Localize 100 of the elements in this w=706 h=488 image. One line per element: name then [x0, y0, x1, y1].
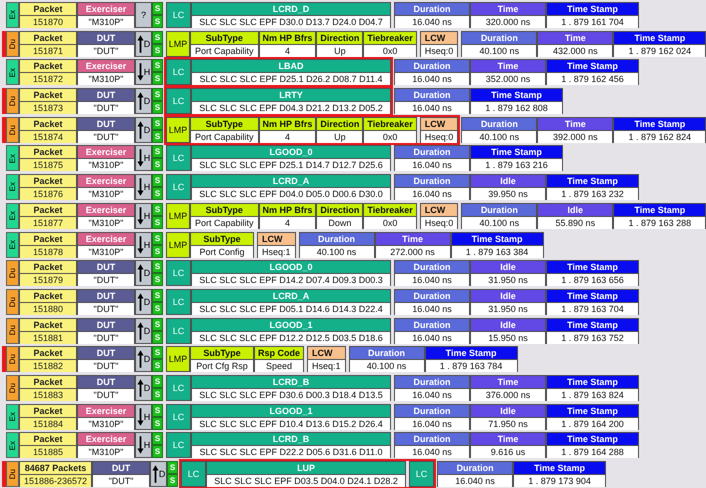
field-value: Down: [317, 216, 362, 229]
metric-label: Time Stamp: [614, 118, 706, 131]
link-letter: H: [144, 153, 150, 164]
packet-label: Packet: [20, 404, 76, 418]
metric-value: 16.040 ns: [395, 73, 469, 86]
link-letter: H: [144, 240, 150, 250]
metric-label: Idle: [471, 175, 545, 188]
field-label: Tiebreaker: [364, 204, 416, 217]
status-cell: S: [152, 116, 163, 130]
status-cell: S: [152, 432, 163, 446]
command-name: LBAD: [192, 60, 390, 74]
metric-value: 16.040 ns: [395, 302, 469, 315]
source-label: Exerciser: [78, 60, 134, 74]
command-name: LGOOD_0: [192, 261, 390, 274]
metric-label: Time: [376, 232, 450, 246]
lcw-label: LCW: [308, 347, 345, 360]
field-value: 4: [260, 216, 316, 229]
metric-value: 40.100 ns: [462, 216, 536, 229]
field-value: Speed: [255, 360, 304, 372]
packet-number: 151881: [20, 332, 76, 344]
status-cell: S: [152, 404, 163, 417]
lcw-label: LCW: [420, 204, 458, 217]
field-value: Port Capability: [191, 216, 258, 229]
source-label: DUT: [78, 290, 134, 303]
packet-label: 84687 Packets: [20, 462, 92, 475]
link-letter: D: [144, 326, 150, 336]
symbol-sequence: SLC SLC SLC EPF D30.6 D00.3 D18.4 D13.5: [192, 388, 390, 401]
metric-value: 71.950 ns: [471, 418, 545, 430]
packet-number: 151870: [20, 16, 76, 28]
status-cell: S: [152, 15, 163, 28]
packet-number: 151875: [20, 159, 76, 172]
metric-label: Duration: [395, 60, 469, 74]
status-cell: S: [152, 318, 163, 331]
field-label: Nm HP Bfrs: [260, 32, 316, 45]
packet-label: Packet: [20, 3, 76, 16]
metric-value: 1 . 879 162 824: [614, 130, 706, 143]
direction-tag: Du: [6, 88, 19, 114]
status-cell: S: [152, 288, 163, 302]
lc-tag: LC: [166, 174, 191, 200]
metric-label: Time: [471, 3, 545, 16]
link-letter: D: [144, 96, 150, 106]
source-label: Exerciser: [78, 404, 134, 418]
field-value: Port Capability: [191, 130, 258, 143]
lc-tag: LC: [166, 404, 191, 430]
direction-tag: Du: [6, 260, 19, 286]
packet-number: 151885: [20, 446, 76, 458]
metric-label: Time Stamp: [514, 462, 606, 475]
source-value: "DUT": [78, 302, 134, 315]
metric-value: 392.000 ns: [538, 130, 612, 143]
status-cell: S: [152, 244, 163, 258]
packet-number: 151886-236572: [20, 475, 92, 487]
packet-label: Packet: [20, 89, 76, 102]
symbol-sequence: SLC SLC SLC EPF D25.1 D26.2 D08.7 D11.4: [192, 73, 390, 86]
link-letter: H: [144, 210, 150, 221]
source-label: DUT: [78, 118, 134, 131]
metric-value: 16.040 ns: [395, 159, 469, 172]
status-cell: S: [152, 359, 163, 372]
field-label: Direction: [317, 118, 362, 131]
status-cell: S: [152, 216, 163, 229]
direction-tag: Ex: [6, 202, 19, 229]
packet-label: Packet: [20, 347, 76, 360]
symbol-sequence: SLC SLC SLC EPF D22.2 D05.6 D31.6 D11.0: [192, 446, 390, 458]
packet-label: Packet: [20, 433, 76, 446]
metric-value: 1 . 879 164 288: [547, 446, 638, 458]
link-letter: D: [144, 296, 150, 307]
metric-value: 16.040 ns: [438, 475, 512, 487]
metric-label: Duration: [395, 404, 469, 418]
status-cell: S: [152, 346, 163, 360]
link-letter: ?: [140, 10, 146, 20]
command-name: LCRD_B: [192, 433, 390, 446]
metric-label: Time: [538, 118, 612, 131]
symbol-sequence: SLC SLC SLC EPF D12.2 D12.5 D03.5 D18.6: [192, 332, 390, 344]
packet-number: 151872: [20, 73, 76, 86]
lmp-tag: LMP: [166, 232, 190, 258]
source-value: "DUT": [78, 332, 134, 344]
source-label: Exerciser: [78, 204, 134, 217]
packet-label: Packet: [20, 204, 76, 217]
status-cell: S: [152, 330, 163, 344]
symbol-sequence: SLC SLC SLC EPF D25.1 D14.7 D12.7 D25.6: [192, 159, 390, 172]
status-cell: S: [152, 416, 163, 430]
direction-tag: Du: [6, 346, 19, 372]
status-cell: S: [152, 30, 163, 44]
lc-tag: LC: [181, 461, 206, 487]
status-cell: S: [152, 101, 163, 114]
metric-value: 320.000 ns: [471, 16, 545, 28]
metric-label: Duration: [395, 318, 469, 332]
packet-number: 151884: [20, 418, 76, 430]
lcw-label: LCW: [420, 32, 458, 45]
lc-tag: LC: [166, 145, 191, 172]
packet-label: Packet: [20, 261, 76, 274]
link-letter: H: [144, 67, 150, 78]
field-value: Up: [317, 44, 362, 57]
direction-tag: Ex: [6, 174, 19, 200]
packet-label: Packet: [20, 118, 76, 131]
metric-value: 432.000 ns: [538, 44, 612, 57]
metric-value: 16.040 ns: [395, 388, 469, 401]
packet-label: Packet: [20, 376, 76, 389]
lcw-value: Hseq:1: [308, 360, 345, 372]
lc-tag: LC: [409, 461, 434, 487]
source-label: Exerciser: [78, 3, 134, 16]
